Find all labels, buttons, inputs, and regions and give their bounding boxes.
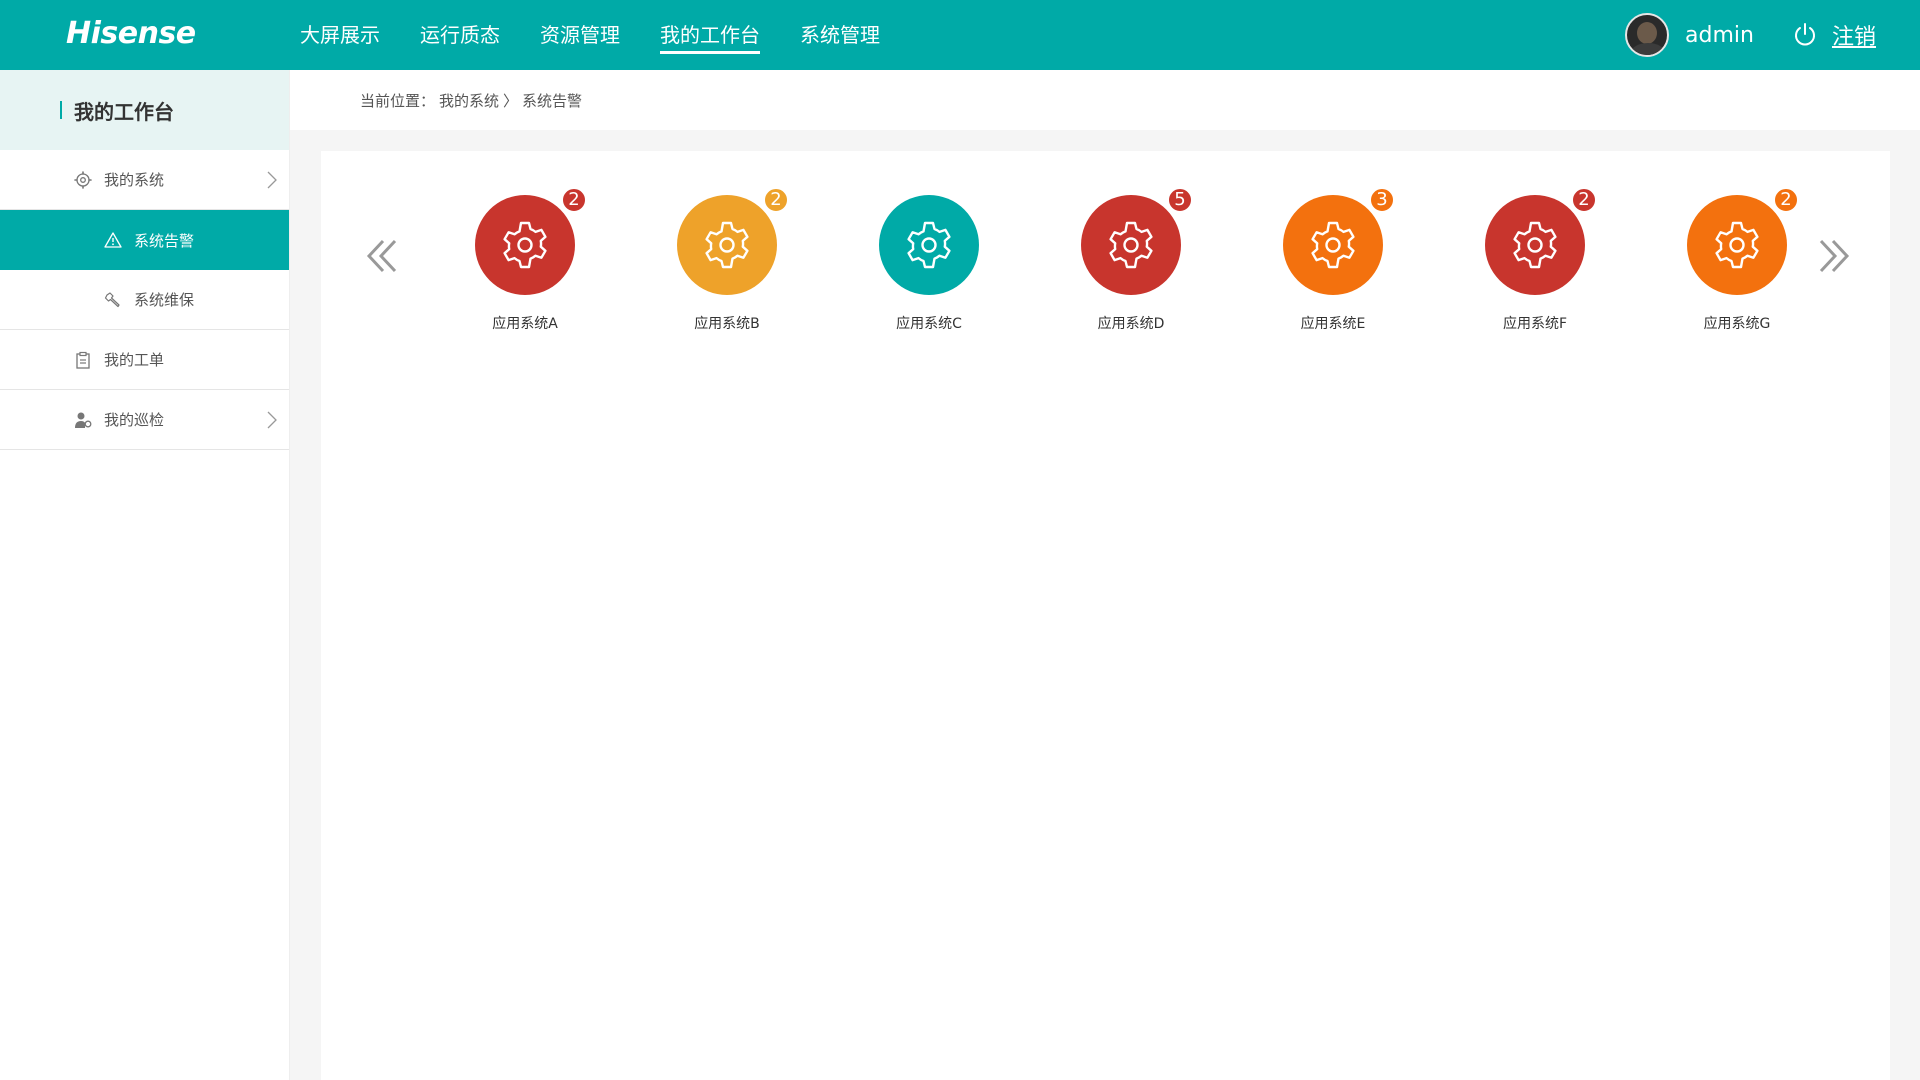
sidebar-item-my-tickets[interactable]: 我的工单: [0, 330, 289, 390]
sidebar-item-label: 我的巡检: [104, 411, 165, 429]
nav-item-resource-management[interactable]: 资源管理: [540, 0, 620, 70]
brand-logo[interactable]: Hisense: [66, 16, 196, 51]
user-area: admin 注销: [1625, 0, 1876, 70]
clipboard-icon: [76, 351, 90, 369]
main-nav: 大屏展示 运行质态 资源管理 我的工作台 系统管理: [300, 0, 920, 70]
breadcrumb-item-my-systems[interactable]: 我的系统: [439, 90, 499, 111]
alert-count-badge: 2: [763, 187, 789, 213]
sidebar-item-system-alerts[interactable]: 系统告警: [0, 210, 289, 270]
logout-link[interactable]: 注销: [1832, 19, 1876, 51]
system-status-circle[interactable]: 5: [1081, 187, 1193, 295]
nav-item-system-management[interactable]: 系统管理: [800, 0, 880, 70]
gear-icon: [503, 221, 547, 269]
system-name-label: 应用系统E: [1300, 316, 1366, 332]
system-status-circle[interactable]: 2: [677, 187, 789, 295]
alert-count-badge: 2: [561, 187, 587, 213]
system-name-label: 应用系统G: [1703, 316, 1771, 332]
inspector-icon: [75, 412, 92, 428]
alert-count-badge: 2: [1773, 187, 1799, 213]
carousel-next-icon[interactable]: [1813, 231, 1853, 281]
system-tile[interactable]: 2 应用系统A: [455, 187, 595, 333]
nav-item-my-workbench[interactable]: 我的工作台: [660, 0, 760, 70]
wrench-icon: [104, 291, 120, 307]
sidebar-item-label: 系统告警: [134, 231, 195, 250]
main-content: 2 应用系统A 2 应用系统B 应用系统C 5 应用系统D 3 应用系统E 2 应用系统F…: [321, 151, 1890, 1080]
system-name-label: 应用系统D: [1097, 316, 1165, 332]
sidebar: 我的工作台 我的系统 系统告警 系统维保 我的工单 我的巡检: [0, 70, 290, 1080]
gear-icon: [1109, 221, 1153, 269]
breadcrumb: 当前位置： 我的系统 〉 系统告警: [290, 70, 1920, 130]
sidebar-item-my-inspections[interactable]: 我的巡检: [0, 390, 289, 450]
alert-count-badge: 2: [1571, 187, 1597, 213]
sidebar-item-label: 我的工单: [104, 351, 165, 369]
alert-count-badge: 3: [1369, 187, 1395, 213]
top-navbar: Hisense 大屏展示 运行质态 资源管理 我的工作台 系统管理 admin …: [0, 0, 1920, 70]
gear-icon: [1513, 221, 1557, 269]
breadcrumb-item-system-alerts: 系统告警: [522, 91, 583, 110]
warning-icon: [104, 232, 122, 248]
system-status-circle[interactable]: 2: [1485, 187, 1597, 295]
system-tile[interactable]: 5 应用系统D: [1061, 187, 1201, 333]
system-status-circle[interactable]: 2: [1687, 187, 1799, 295]
system-tile[interactable]: 应用系统C: [859, 195, 999, 333]
system-status-circle[interactable]: [879, 195, 979, 295]
system-tile[interactable]: 3 应用系统E: [1263, 187, 1403, 333]
sidebar-item-system-maintenance[interactable]: 系统维保: [0, 270, 289, 330]
gear-icon: [1311, 221, 1355, 269]
nav-item-operation-quality[interactable]: 运行质态: [420, 0, 500, 70]
power-icon[interactable]: [1792, 22, 1818, 48]
system-status-circle[interactable]: 3: [1283, 187, 1395, 295]
sidebar-title: 我的工作台: [74, 99, 174, 124]
username[interactable]: admin: [1685, 23, 1754, 48]
breadcrumb-separator: 〉: [503, 91, 519, 110]
system-name-label: 应用系统A: [492, 316, 558, 332]
sidebar-item-label: 我的系统: [104, 171, 165, 189]
system-name-label: 应用系统C: [896, 316, 962, 332]
system-tile[interactable]: 2 应用系统B: [657, 187, 797, 333]
chevron-right-icon: [267, 411, 277, 429]
system-tile[interactable]: 2 应用系统G: [1667, 187, 1807, 333]
sidebar-item-label: 系统维保: [134, 291, 195, 309]
system-carousel: 2 应用系统A 2 应用系统B 应用系统C 5 应用系统D 3 应用系统E 2 应用系统F…: [455, 187, 1807, 355]
system-name-label: 应用系统B: [694, 316, 760, 332]
gear-icon: [907, 221, 951, 269]
gear-icon: [74, 170, 92, 189]
breadcrumb-prefix: 当前位置：: [360, 91, 436, 110]
system-tile[interactable]: 2 应用系统F: [1465, 187, 1605, 333]
gear-icon: [705, 221, 749, 269]
chevron-right-icon: [267, 171, 277, 189]
sidebar-header-marker: [60, 101, 62, 119]
avatar[interactable]: [1625, 13, 1670, 57]
sidebar-header: 我的工作台: [0, 70, 289, 150]
sidebar-item-my-systems[interactable]: 我的系统: [0, 150, 289, 210]
nav-item-dashboard[interactable]: 大屏展示: [300, 0, 380, 70]
alert-count-badge: 5: [1167, 187, 1193, 213]
system-status-circle[interactable]: 2: [475, 187, 587, 295]
system-name-label: 应用系统F: [1502, 316, 1568, 332]
carousel-prev-icon[interactable]: [363, 231, 403, 281]
gear-icon: [1715, 221, 1759, 269]
